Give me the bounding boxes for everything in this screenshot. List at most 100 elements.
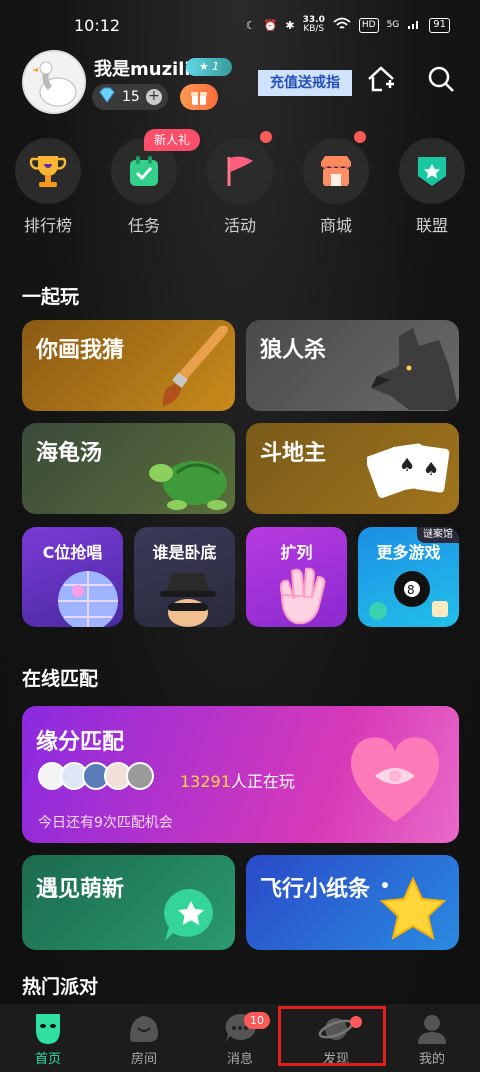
- task-icon: [130, 156, 158, 186]
- online-count-suffix: 人正在玩: [230, 772, 295, 791]
- player-avatars: [38, 762, 154, 790]
- home-plus-icon: [368, 66, 394, 92]
- disco-ball-icon: [58, 571, 118, 627]
- game-card-c-position[interactable]: C位抢唱: [22, 527, 123, 627]
- signal-icon: [407, 17, 421, 33]
- activity-circle: [207, 138, 273, 204]
- status-time: 10:12: [74, 16, 121, 35]
- quick-item-task[interactable]: 任务: [109, 138, 179, 236]
- game-card-expand[interactable]: 扩列: [246, 527, 347, 627]
- card-title: 你画我猜: [36, 338, 125, 363]
- new-gift-tag: 新人礼: [144, 129, 200, 151]
- level-value: 1: [212, 60, 220, 73]
- spy-icon: [160, 573, 216, 627]
- quick-label: 任务: [127, 216, 160, 235]
- level-badge: ★ 1: [186, 58, 232, 76]
- quick-label: 排行榜: [23, 216, 72, 235]
- heart-gift-icon: [350, 737, 440, 822]
- match-card-paper-note[interactable]: 飞行小纸条: [246, 855, 459, 950]
- message-badge: 10: [244, 1012, 270, 1029]
- paintbrush-icon: [162, 326, 228, 406]
- online-count-row: 13291人正在玩: [180, 768, 295, 792]
- quick-item-activity[interactable]: 活动: [205, 138, 275, 236]
- username[interactable]: 我是muzili: [94, 55, 191, 81]
- card-title: C位抢唱: [42, 543, 103, 562]
- signal-label: 5G: [386, 20, 400, 30]
- game-card-more[interactable]: 更多游戏 谜案馆 8: [358, 527, 459, 627]
- tab-rooms[interactable]: 房间: [96, 1010, 192, 1067]
- diamond-balance[interactable]: 15 +: [92, 84, 168, 110]
- chat-star-icon: [164, 888, 213, 941]
- card-title: 缘分匹配: [36, 730, 125, 755]
- card-title: 扩列: [280, 543, 313, 562]
- add-diamond-icon[interactable]: +: [145, 89, 162, 105]
- quick-label: 联盟: [415, 216, 448, 235]
- match-card-fate[interactable]: 缘分匹配 13291人正在玩 今日还有9次匹配机会: [22, 706, 459, 843]
- wifi-icon: [333, 17, 351, 34]
- mask-icon: [36, 1014, 60, 1044]
- shop-circle: [303, 138, 369, 204]
- avatar[interactable]: [22, 50, 86, 114]
- tab-label: 我的: [418, 1052, 445, 1067]
- moon-icon: ☾: [245, 18, 256, 32]
- room-icon: [130, 1016, 158, 1042]
- person-icon: [418, 1015, 446, 1044]
- league-circle: [399, 138, 465, 204]
- match-card-meet-newbie[interactable]: 遇见萌新: [22, 855, 235, 950]
- hd-badge: HD: [358, 17, 379, 33]
- game-card-draw-guess[interactable]: 你画我猜: [22, 320, 235, 411]
- diamond-icon: [98, 87, 116, 107]
- trophy-icon: [29, 156, 67, 187]
- highlight-box: [278, 1006, 386, 1066]
- player-avatar: [126, 762, 154, 790]
- billiard-ball-icon: 8: [369, 571, 448, 620]
- gift-button[interactable]: [180, 84, 218, 110]
- net-speed: 33.0 KB/S: [303, 16, 325, 34]
- league-icon: [418, 157, 446, 186]
- tab-home[interactable]: 首页: [0, 1010, 96, 1067]
- tab-label: 消息: [226, 1052, 253, 1067]
- shop-icon: [321, 156, 351, 186]
- tab-messages[interactable]: 消息 10: [192, 1010, 288, 1067]
- svg-text:♠: ♠: [399, 455, 415, 476]
- search-icon: [428, 66, 454, 92]
- quick-item-league[interactable]: 联盟: [397, 138, 467, 236]
- search-button[interactable]: [426, 64, 456, 94]
- card-title: 斗地主: [260, 441, 327, 466]
- quick-label: 活动: [223, 216, 256, 235]
- game-card-doudizhu[interactable]: 斗地主 ♠ ♠: [246, 423, 459, 514]
- diamond-count: 15: [122, 89, 140, 105]
- game-card-werewolf[interactable]: 狼人杀: [246, 320, 459, 411]
- section-title-match: 在线匹配: [22, 668, 99, 690]
- quick-label: 商城: [319, 216, 352, 235]
- quick-actions: 排行榜 任务 活动 商城 联盟: [0, 131, 480, 238]
- net-speed-unit: KB/S: [303, 24, 325, 34]
- card-title: 海龟汤: [36, 441, 103, 466]
- card-title: 飞行小纸条: [260, 877, 371, 902]
- gift-icon: [191, 92, 207, 105]
- playing-cards-icon: ♠ ♠: [367, 443, 450, 499]
- mystery-badge: 谜案馆: [417, 527, 459, 543]
- add-room-button[interactable]: [366, 64, 396, 94]
- tab-profile[interactable]: 我的: [384, 1010, 480, 1067]
- card-title: 谁是卧底: [152, 543, 217, 562]
- alarm-icon: ⏰: [263, 18, 278, 32]
- section-title-hot-party: 热门派对: [22, 976, 99, 998]
- shop-red-dot: [354, 131, 366, 143]
- bottom-tab-bar: 首页 房间 消息 10 发现 我的: [0, 1004, 480, 1072]
- quick-item-shop[interactable]: 商城: [301, 138, 371, 236]
- battery-icon: 91: [429, 17, 450, 33]
- section-title-play: 一起玩: [22, 286, 80, 308]
- tab-label: 首页: [34, 1052, 61, 1067]
- wolf-icon: [371, 328, 459, 410]
- game-card-turtle-soup[interactable]: 海龟汤: [22, 423, 235, 514]
- star-icon: [379, 876, 447, 941]
- remaining-chances: 今日还有9次匹配机会: [38, 815, 173, 831]
- turtle-icon: [149, 461, 227, 510]
- quick-item-ranking[interactable]: 排行榜: [13, 138, 83, 236]
- card-title: 狼人杀: [260, 338, 327, 363]
- activity-red-dot: [260, 131, 272, 143]
- game-card-undercover[interactable]: 谁是卧底: [134, 527, 235, 627]
- promo-banner[interactable]: 充值送戒指: [258, 70, 352, 96]
- online-count: 13291: [180, 772, 231, 791]
